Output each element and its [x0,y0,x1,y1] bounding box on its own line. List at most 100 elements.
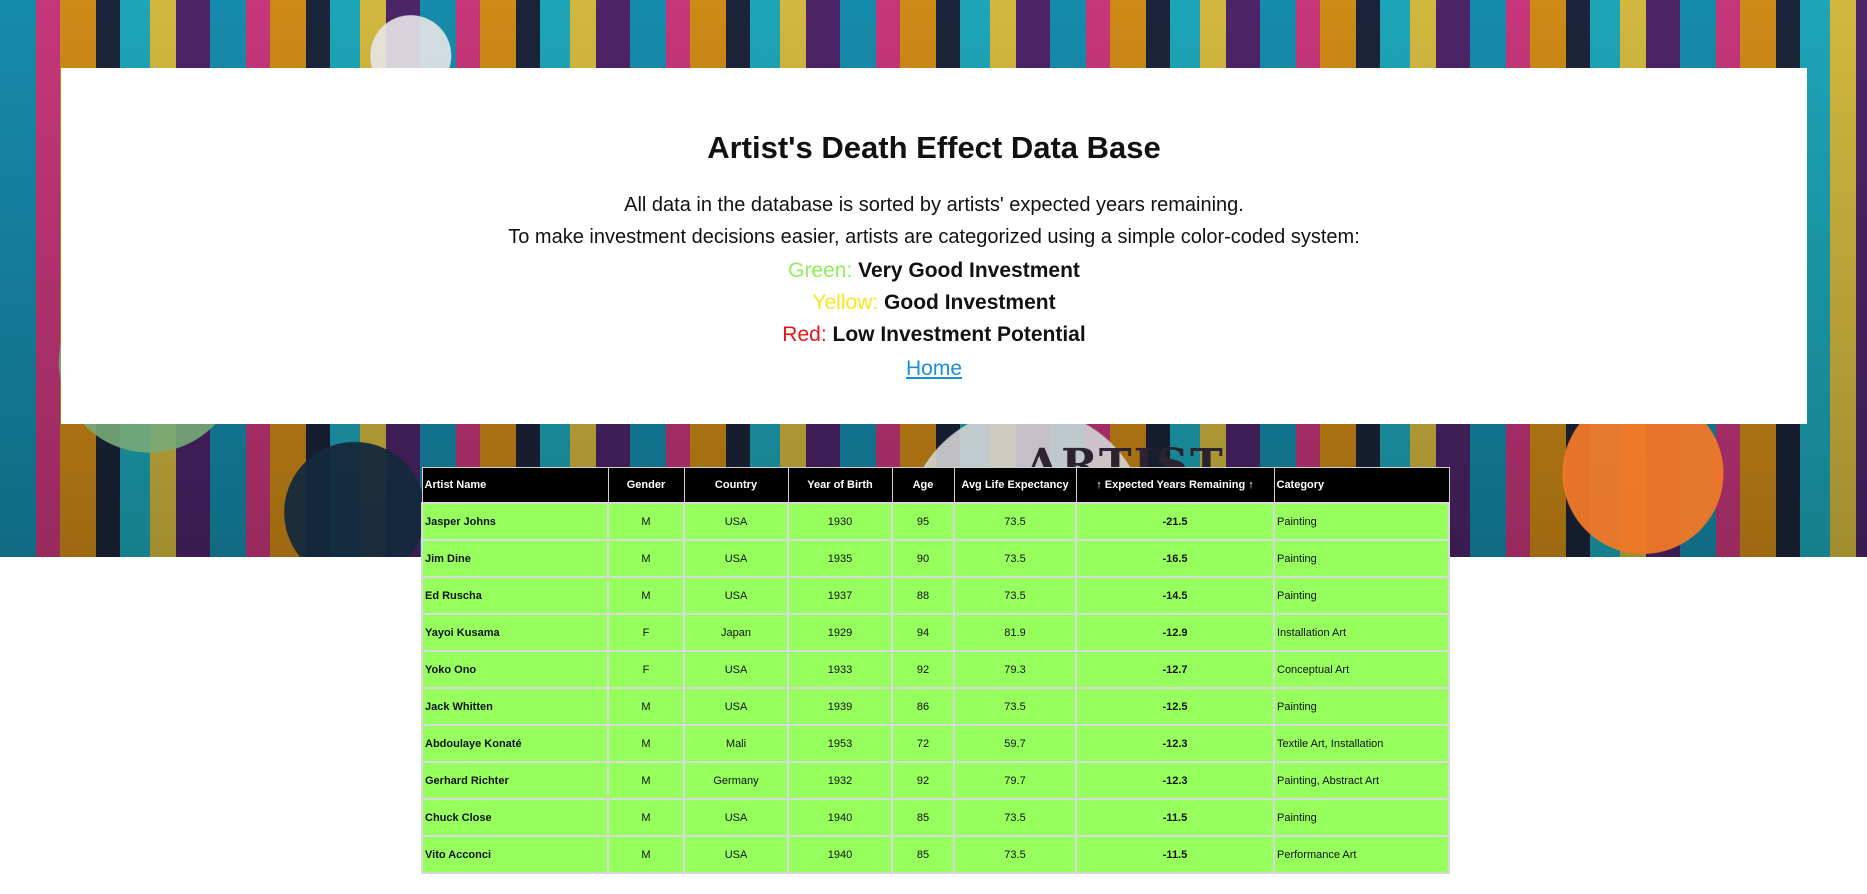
cell-category: Painting [1273,576,1450,615]
cell-artist-name: Yoko Ono [421,650,609,689]
cell-expected-years-remaining: -11.5 [1075,798,1275,837]
table-row: Abdoulaye Konaté M Mali 1953 72 59.7 -12.3 Text… [421,724,1450,763]
table-row: Yayoi Kusama F Japan 1929 94 81.9 -12.9 Install… [421,613,1450,652]
column-header-artist-name[interactable]: Artist Name [421,467,609,504]
cell-age: 85 [891,835,955,874]
cell-artist-name: Yayoi Kusama [421,613,609,652]
cell-age: 72 [891,724,955,763]
cell-category: Painting, Abstract Art [1273,761,1450,800]
cell-expected-years-remaining: -12.7 [1075,650,1275,689]
cell-avg-life-expectancy: 81.9 [953,613,1077,652]
header-card: Artist's Death Effect Data Base All data… [61,68,1807,424]
cell-year-of-birth: 1953 [787,724,893,763]
legend-green-meaning: Very Good Investment [858,259,1080,282]
home-link[interactable]: Home [61,357,1807,381]
cell-category: Painting [1273,539,1450,578]
cell-year-of-birth: 1933 [787,650,893,689]
cell-artist-name: Ed Ruscha [421,576,609,615]
table-header-row: Artist Name Gender Country Year of Birth… [421,467,1450,504]
table-row: Vito Acconci M USA 1940 85 73.5 -11.5 Performan… [421,835,1450,874]
cell-country: USA [683,798,789,837]
table-row: Chuck Close M USA 1940 85 73.5 -11.5 Painting [421,798,1450,837]
cell-avg-life-expectancy: 59.7 [953,724,1077,763]
cell-expected-years-remaining: -12.3 [1075,724,1275,763]
column-header-gender[interactable]: Gender [607,467,685,504]
table-row: Jasper Johns M USA 1930 95 73.5 -21.5 Painting [421,502,1450,541]
cell-age: 92 [891,650,955,689]
cell-country: Mali [683,724,789,763]
artists-table: Artist Name Gender Country Year of Birth… [421,467,1450,874]
cell-country: USA [683,650,789,689]
cell-avg-life-expectancy: 73.5 [953,576,1077,615]
cell-country: USA [683,835,789,874]
cell-year-of-birth: 1940 [787,798,893,837]
cell-expected-years-remaining: -11.5 [1075,835,1275,874]
column-header-avg-life-expectancy[interactable]: Avg Life Expectancy [953,467,1077,504]
table-row: Ed Ruscha M USA 1937 88 73.5 -14.5 Painting [421,576,1450,615]
cell-artist-name: Gerhard Richter [421,761,609,800]
cell-expected-years-remaining: -12.5 [1075,687,1275,726]
cell-age: 85 [891,798,955,837]
cell-country: USA [683,502,789,541]
legend-green: Green: Very Good Investment [61,259,1807,283]
cell-avg-life-expectancy: 73.5 [953,835,1077,874]
table-row: Jack Whitten M USA 1939 86 73.5 -12.5 Painting [421,687,1450,726]
cell-expected-years-remaining: -14.5 [1075,576,1275,615]
cell-artist-name: Abdoulaye Konaté [421,724,609,763]
cell-year-of-birth: 1939 [787,687,893,726]
cell-artist-name: Vito Acconci [421,835,609,874]
cell-age: 92 [891,761,955,800]
cell-artist-name: Jim Dine [421,539,609,578]
cell-gender: M [607,539,685,578]
column-header-country[interactable]: Country [683,467,789,504]
legend-yellow: Yellow: Good Investment [61,291,1807,315]
cell-avg-life-expectancy: 73.5 [953,539,1077,578]
cell-gender: F [607,650,685,689]
description-sorting: All data in the database is sorted by ar… [624,194,1244,216]
cell-gender: M [607,798,685,837]
cell-artist-name: Jasper Johns [421,502,609,541]
cell-gender: M [607,502,685,541]
cell-gender: M [607,761,685,800]
cell-gender: M [607,835,685,874]
cell-artist-name: Jack Whitten [421,687,609,726]
cell-age: 86 [891,687,955,726]
cell-year-of-birth: 1929 [787,613,893,652]
cell-category: Painting [1273,798,1450,837]
table-body: Jasper Johns M USA 1930 95 73.5 -21.5 Painting J… [421,502,1450,874]
cell-avg-life-expectancy: 73.5 [953,687,1077,726]
cell-category: Painting [1273,687,1450,726]
legend-red-meaning: Low Investment Potential [832,323,1086,346]
table-row: Jim Dine M USA 1935 90 73.5 -16.5 Painting [421,539,1450,578]
legend-green-label: Green: [788,259,853,282]
cell-gender: F [607,613,685,652]
column-header-category[interactable]: Category [1273,467,1450,504]
cell-category: Painting [1273,502,1450,541]
cell-avg-life-expectancy: 73.5 [953,798,1077,837]
cell-gender: M [607,724,685,763]
legend-yellow-label: Yellow: [812,291,879,314]
cell-country: Germany [683,761,789,800]
cell-country: USA [683,539,789,578]
cell-year-of-birth: 1940 [787,835,893,874]
cell-expected-years-remaining: -21.5 [1075,502,1275,541]
cell-country: USA [683,687,789,726]
cell-avg-life-expectancy: 79.3 [953,650,1077,689]
cell-age: 95 [891,502,955,541]
page-title: Artist's Death Effect Data Base [707,130,1161,165]
column-header-expected-years-remaining[interactable]: ↑ Expected Years Remaining ↑ [1075,467,1275,504]
cell-gender: M [607,576,685,615]
legend-yellow-meaning: Good Investment [884,291,1056,314]
cell-category: Installation Art [1273,613,1450,652]
artists-table-container: Artist Name Gender Country Year of Birth… [421,467,1450,874]
cell-expected-years-remaining: -16.5 [1075,539,1275,578]
cell-artist-name: Chuck Close [421,798,609,837]
cell-year-of-birth: 1935 [787,539,893,578]
column-header-year-of-birth[interactable]: Year of Birth [787,467,893,504]
cell-year-of-birth: 1937 [787,576,893,615]
cell-category: Performance Art [1273,835,1450,874]
table-row: Yoko Ono F USA 1933 92 79.3 -12.7 Conceptual Ar… [421,650,1450,689]
cell-country: USA [683,576,789,615]
cell-gender: M [607,687,685,726]
column-header-age[interactable]: Age [891,467,955,504]
